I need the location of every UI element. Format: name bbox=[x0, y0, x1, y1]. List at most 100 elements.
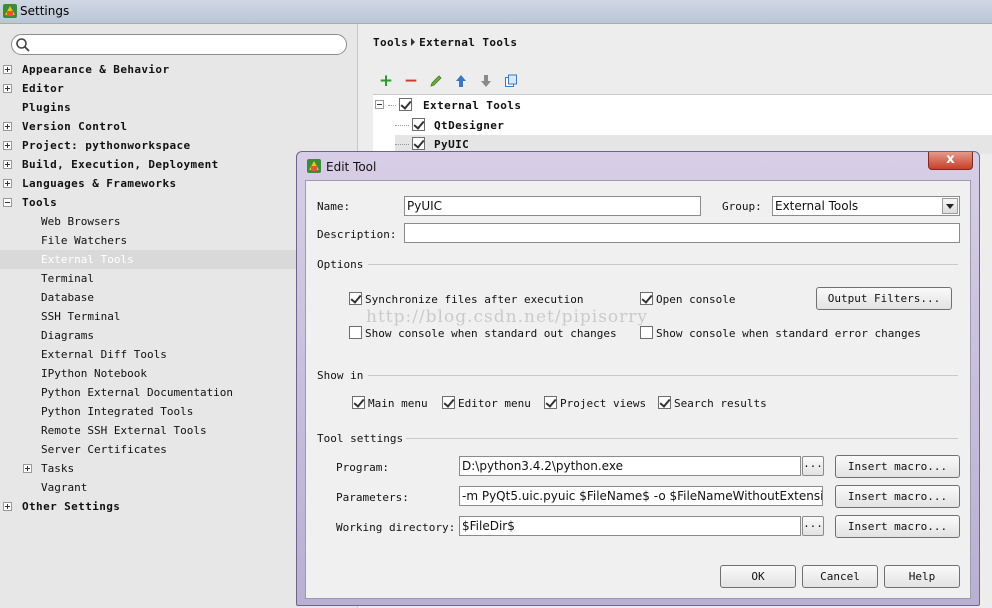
working-dir-insert-macro-button[interactable]: Insert macro... bbox=[835, 515, 960, 538]
collapse-icon[interactable] bbox=[375, 100, 384, 109]
tool-checkbox[interactable] bbox=[412, 118, 425, 131]
group-checkbox[interactable] bbox=[399, 98, 412, 111]
sidebar-item-label: Diagrams bbox=[41, 329, 94, 342]
sidebar-item-label: Terminal bbox=[41, 272, 94, 285]
open-console-checkbox[interactable] bbox=[640, 292, 653, 305]
show-console-err-checkbox[interactable] bbox=[640, 326, 653, 339]
remove-icon[interactable]: − bbox=[401, 71, 421, 91]
sidebar-item-label: Editor bbox=[22, 82, 65, 95]
open-console-option[interactable]: Open console bbox=[640, 292, 735, 306]
show-console-err-label: Show console when standard error changes bbox=[656, 327, 921, 340]
tool-settings-divider bbox=[406, 438, 958, 439]
sidebar-item-label: Python Integrated Tools bbox=[41, 405, 194, 418]
project-views-label: Project views bbox=[560, 397, 647, 410]
working-dir-field[interactable]: $FileDir$ bbox=[459, 516, 801, 536]
sidebar-item-label: Server Certificates bbox=[41, 443, 167, 456]
main-menu-label: Main menu bbox=[368, 397, 428, 410]
ok-button[interactable]: OK bbox=[720, 565, 796, 588]
name-label: Name: bbox=[317, 200, 351, 213]
program-browse-button[interactable]: ... bbox=[802, 456, 824, 476]
search-results-checkbox[interactable] bbox=[658, 396, 671, 409]
sidebar-item-label: Appearance & Behavior bbox=[22, 63, 170, 76]
sidebar-item-label: Vagrant bbox=[41, 481, 88, 494]
editor-menu-label: Editor menu bbox=[458, 397, 531, 410]
search-input[interactable] bbox=[32, 37, 340, 52]
sidebar-item-label: Plugins bbox=[22, 101, 72, 114]
parameters-insert-macro-button[interactable]: Insert macro... bbox=[835, 485, 960, 508]
breadcrumb: Tools External Tools bbox=[373, 36, 517, 49]
sidebar-item[interactable]: Plugins bbox=[0, 98, 358, 117]
tools-group-row[interactable]: External Tools bbox=[375, 96, 521, 115]
project-views-checkbox[interactable] bbox=[544, 396, 557, 409]
group-combobox[interactable]: External Tools bbox=[772, 196, 960, 216]
chevron-right-icon bbox=[411, 38, 416, 46]
move-down-icon[interactable] bbox=[476, 71, 496, 91]
close-button[interactable]: x bbox=[928, 152, 973, 170]
expand-icon[interactable] bbox=[3, 160, 12, 169]
program-label: Program: bbox=[336, 461, 389, 474]
sidebar-item-label: Python External Documentation bbox=[41, 386, 234, 399]
sidebar-item-label: IPython Notebook bbox=[41, 367, 147, 380]
sidebar-item-label: File Watchers bbox=[41, 234, 128, 247]
search-icon bbox=[16, 38, 30, 52]
tool-settings-header: Tool settings bbox=[317, 432, 404, 445]
help-button[interactable]: Help bbox=[884, 565, 960, 588]
sidebar-item[interactable]: Version Control bbox=[0, 117, 358, 136]
breadcrumb-current: External Tools bbox=[419, 36, 518, 49]
add-icon[interactable]: + bbox=[376, 71, 396, 91]
tool-row-qtdesigner[interactable]: QtDesigner bbox=[395, 116, 504, 135]
project-views-option[interactable]: Project views bbox=[544, 396, 646, 410]
sync-files-option[interactable]: Synchronize files after execution bbox=[349, 292, 584, 306]
cancel-button[interactable]: Cancel bbox=[802, 565, 878, 588]
description-label: Description: bbox=[317, 228, 397, 241]
sidebar-item-label: External Tools bbox=[41, 253, 134, 266]
show-console-out-option[interactable]: Show console when standard out changes bbox=[349, 326, 617, 340]
name-field[interactable]: PyUIC bbox=[404, 196, 701, 216]
main-menu-option[interactable]: Main menu bbox=[352, 396, 428, 410]
output-filters-button[interactable]: Output Filters... bbox=[816, 287, 952, 310]
editor-menu-checkbox[interactable] bbox=[442, 396, 455, 409]
dialog-titlebar: Edit Tool bbox=[306, 158, 376, 174]
sidebar-item-label: Languages & Frameworks bbox=[22, 177, 177, 190]
show-console-err-option[interactable]: Show console when standard error changes bbox=[640, 326, 921, 340]
expand-icon[interactable] bbox=[3, 179, 12, 188]
search-results-label: Search results bbox=[674, 397, 767, 410]
move-up-icon[interactable] bbox=[451, 71, 471, 91]
copy-icon[interactable] bbox=[501, 71, 521, 91]
sidebar-item-label: SSH Terminal bbox=[41, 310, 121, 323]
tool-label: PyUIC bbox=[434, 138, 470, 151]
search-results-option[interactable]: Search results bbox=[658, 396, 767, 410]
chevron-down-icon[interactable] bbox=[942, 198, 958, 214]
dialog-title: Edit Tool bbox=[326, 160, 377, 174]
external-tools-tree: External Tools QtDesigner PyUIC bbox=[373, 94, 992, 154]
group-value: External Tools bbox=[775, 199, 859, 213]
expand-icon[interactable] bbox=[3, 122, 12, 131]
program-field[interactable]: D:\python3.4.2\python.exe bbox=[459, 456, 801, 476]
program-insert-macro-button[interactable]: Insert macro... bbox=[835, 455, 960, 478]
sidebar-item[interactable]: Editor bbox=[0, 79, 358, 98]
expand-icon[interactable] bbox=[3, 84, 12, 93]
collapse-icon[interactable] bbox=[3, 198, 12, 207]
expand-icon[interactable] bbox=[23, 464, 32, 473]
breadcrumb-parent[interactable]: Tools bbox=[373, 36, 408, 49]
expand-icon[interactable] bbox=[3, 502, 12, 511]
sync-files-checkbox[interactable] bbox=[349, 292, 362, 305]
expand-icon[interactable] bbox=[3, 65, 12, 74]
editor-menu-option[interactable]: Editor menu bbox=[442, 396, 531, 410]
parameters-label: Parameters: bbox=[336, 491, 409, 504]
main-menu-checkbox[interactable] bbox=[352, 396, 365, 409]
parameters-field[interactable]: -m PyQt5.uic.pyuic $FileName$ -o $FileNa… bbox=[459, 486, 823, 506]
working-dir-browse-button[interactable]: ... bbox=[802, 516, 824, 536]
sidebar-item-label: Tools bbox=[22, 196, 58, 209]
description-field[interactable] bbox=[404, 223, 960, 243]
show-in-header: Show in bbox=[317, 369, 364, 382]
sidebar-item-label: Tasks bbox=[41, 462, 75, 475]
expand-icon[interactable] bbox=[3, 141, 12, 150]
open-console-label: Open console bbox=[656, 293, 736, 306]
edit-icon[interactable] bbox=[426, 71, 446, 91]
show-console-out-checkbox[interactable] bbox=[349, 326, 362, 339]
external-tools-toolbar: + − bbox=[373, 70, 992, 92]
sidebar-item[interactable]: Appearance & Behavior bbox=[0, 60, 358, 79]
settings-search[interactable] bbox=[11, 34, 347, 55]
tool-checkbox[interactable] bbox=[412, 137, 425, 150]
